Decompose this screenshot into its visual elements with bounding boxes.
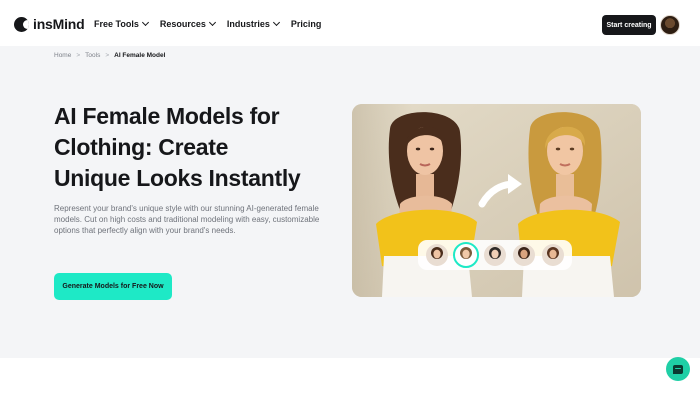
breadcrumb-current: AI Female Model bbox=[114, 52, 166, 59]
model-thumbnail bbox=[484, 244, 506, 266]
start-creating-button[interactable]: Start creating bbox=[602, 15, 656, 35]
main-navigation: Free Tools Resources Industries Pricing bbox=[94, 18, 333, 29]
page-title-line: AI Female Models for bbox=[54, 103, 280, 129]
chat-bubble-icon bbox=[673, 364, 683, 374]
model-showcase-image bbox=[352, 104, 641, 297]
page-title: AI Female Models for Clothing: Create Un… bbox=[54, 101, 344, 194]
breadcrumb-home[interactable]: Home bbox=[54, 52, 71, 59]
model-thumbnail bbox=[426, 244, 448, 266]
nav-item-industries[interactable]: Industries bbox=[226, 18, 280, 29]
breadcrumb-tools[interactable]: Tools bbox=[85, 52, 100, 59]
nav-item-free-tools[interactable]: Free Tools bbox=[94, 18, 149, 29]
insmind-logo[interactable]: insMind bbox=[14, 16, 85, 32]
hero-section: Home > Tools > AI Female Model AI Female… bbox=[0, 46, 700, 358]
model-thumbnail-strip bbox=[418, 240, 572, 270]
page-title-line: Unique Looks Instantly bbox=[54, 165, 301, 191]
nav-item-pricing[interactable]: Pricing bbox=[291, 19, 322, 29]
breadcrumb-separator-icon: > bbox=[76, 52, 81, 59]
brand-name: insMind bbox=[33, 16, 85, 32]
chevron-down-icon bbox=[141, 18, 149, 27]
hero-description: Represent your brand's unique style with… bbox=[54, 204, 320, 235]
nav-label: Pricing bbox=[290, 19, 322, 29]
nav-label: Free Tools bbox=[94, 19, 139, 29]
user-avatar[interactable] bbox=[660, 15, 680, 35]
model-comparison-illustration bbox=[352, 104, 641, 297]
model-thumbnail bbox=[513, 244, 535, 266]
chat-support-button[interactable] bbox=[666, 357, 690, 381]
breadcrumb-separator-icon: > bbox=[105, 52, 110, 59]
top-navigation-bar: insMind Free Tools Resources Industries … bbox=[0, 0, 700, 46]
generate-models-button[interactable]: Generate Models for Free Now bbox=[54, 273, 172, 300]
page-title-line: Clothing: Create bbox=[54, 134, 229, 160]
nav-label: Industries bbox=[226, 19, 270, 29]
model-thumbnail bbox=[542, 244, 564, 266]
model-thumbnail-selected bbox=[453, 242, 479, 268]
insmind-logo-icon bbox=[14, 16, 29, 32]
chevron-down-icon bbox=[208, 18, 216, 27]
breadcrumb: Home > Tools > AI Female Model bbox=[54, 52, 165, 59]
nav-label: Resources bbox=[159, 19, 206, 29]
chevron-down-icon bbox=[272, 18, 280, 27]
nav-item-resources[interactable]: Resources bbox=[159, 18, 216, 29]
